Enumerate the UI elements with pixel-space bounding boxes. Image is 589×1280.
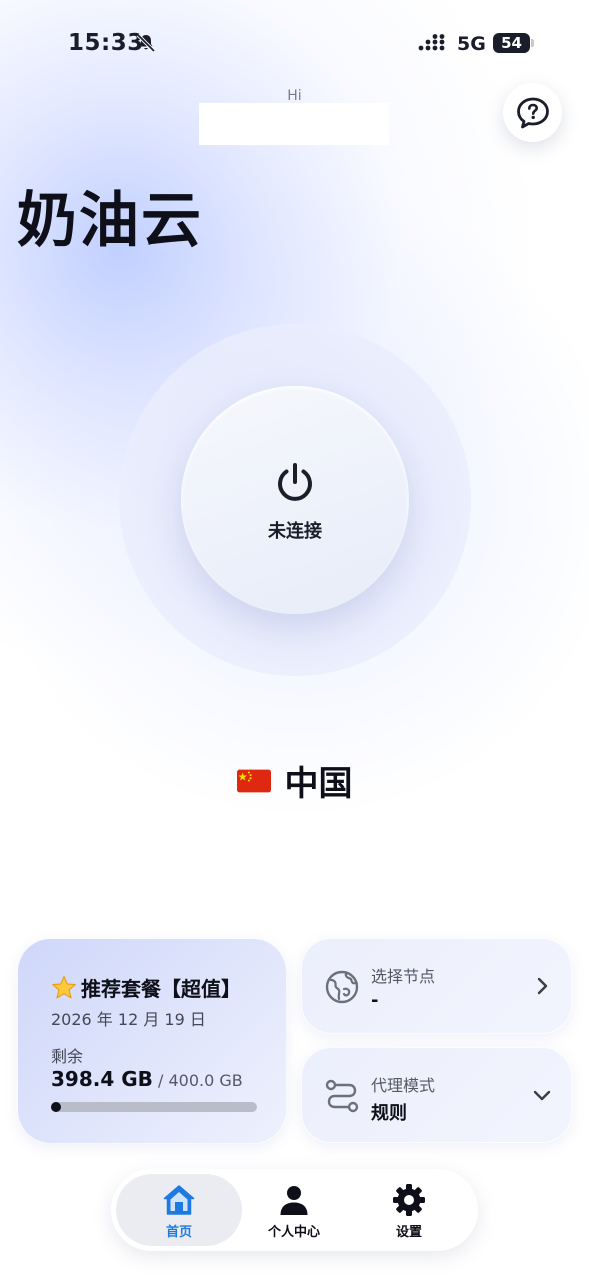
- tab-settings[interactable]: 设置: [354, 1183, 464, 1240]
- battery-tip: [531, 39, 534, 47]
- node-label: 选择节点: [371, 967, 436, 986]
- username-redacted: [199, 103, 389, 145]
- traffic-remaining: 398.4 GB: [51, 1067, 153, 1091]
- plan-title-row: 推荐套餐【超值】: [51, 973, 241, 1002]
- node-value: -: [371, 990, 379, 1011]
- route-icon: [325, 1079, 359, 1113]
- power-icon: [278, 463, 312, 501]
- chevron-down-icon: [533, 1090, 551, 1101]
- chevron-right-icon: [537, 977, 548, 995]
- cellular-signal-icon: [418, 34, 445, 51]
- tab-profile-label: 个人中心: [267, 1225, 320, 1240]
- traffic-summary: 398.4 GB / 400.0 GB: [51, 1067, 243, 1091]
- bell-muted-icon: [136, 33, 156, 53]
- person-icon: [280, 1186, 308, 1215]
- plan-card[interactable]: 推荐套餐【超值】 2026 年 12 月 19 日 剩余 398.4 GB / …: [17, 938, 287, 1144]
- home-icon: [163, 1185, 195, 1215]
- proxy-mode-value: 规则: [371, 1103, 407, 1124]
- current-location: 中国: [0, 756, 589, 805]
- plan-expiry: 2026 年 12 月 19 日: [51, 1010, 206, 1029]
- traffic-total: / 400.0 GB: [157, 1071, 243, 1090]
- remaining-label: 剩余: [51, 1047, 84, 1066]
- connect-button[interactable]: 未连接: [181, 386, 409, 614]
- proxy-mode-label: 代理模式: [371, 1076, 436, 1095]
- node-selector[interactable]: 选择节点 -: [301, 938, 572, 1034]
- app-title: 奶油云: [17, 186, 203, 256]
- battery-percent: 54: [501, 34, 522, 52]
- gear-icon: [393, 1184, 425, 1216]
- greeting: Hi: [287, 88, 302, 104]
- traffic-progress-bar: [51, 1102, 257, 1112]
- status-bar: 15:33 5G 54: [0, 0, 589, 88]
- plan-name: 推荐套餐【超值】: [81, 977, 241, 1001]
- country-name: 中国: [284, 764, 353, 804]
- proxy-mode-selector[interactable]: 代理模式 规则: [301, 1047, 572, 1143]
- traffic-progress-fill: [51, 1102, 61, 1112]
- tab-profile[interactable]: 个人中心: [239, 1183, 349, 1240]
- help-icon: [516, 97, 549, 128]
- globe-icon: [325, 970, 359, 1004]
- connection-status: 未连接: [268, 521, 322, 542]
- tab-home[interactable]: 首页: [124, 1183, 234, 1240]
- tab-bar: 首页 个人中心 设置: [111, 1169, 478, 1251]
- china-flag-icon: [236, 769, 271, 792]
- tab-home-label: 首页: [165, 1225, 192, 1240]
- battery-icon: 54: [493, 33, 535, 53]
- status-time: 15:33: [68, 30, 144, 56]
- help-button[interactable]: [503, 83, 562, 142]
- tab-settings-label: 设置: [395, 1225, 422, 1240]
- star-icon: [52, 975, 76, 998]
- network-type: 5G: [457, 33, 486, 55]
